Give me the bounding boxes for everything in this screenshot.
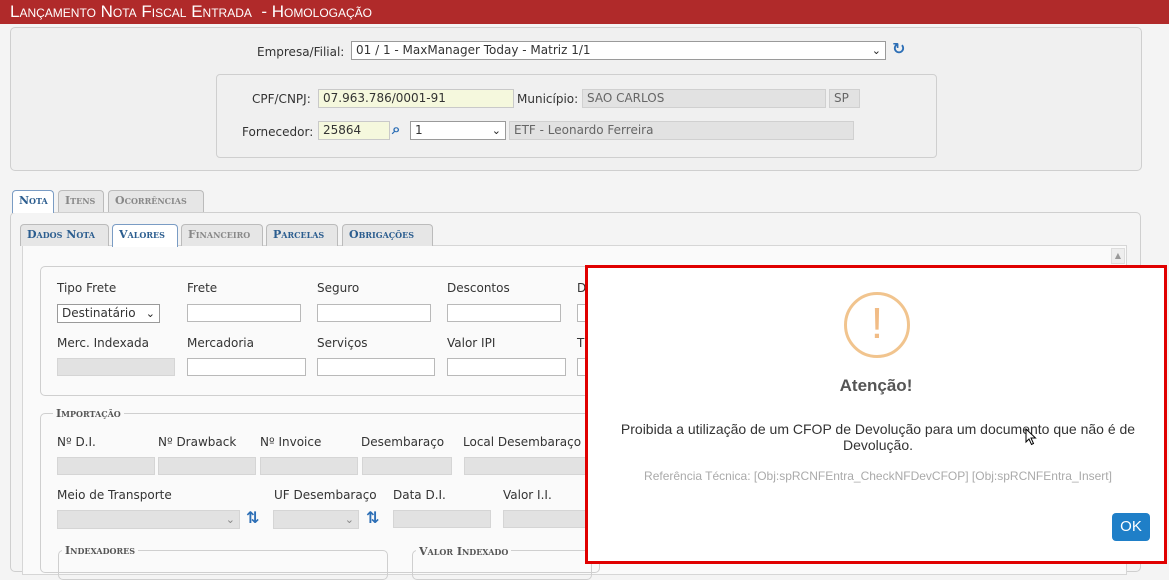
search-icon[interactable]: ⌕ (392, 121, 400, 137)
refresh-icon[interactable]: ⇅ (246, 510, 259, 526)
mouse-cursor-icon (1025, 428, 1037, 446)
uf-field: SP (829, 89, 860, 108)
tab-ocorrencias[interactable]: Ocorrências (108, 190, 204, 212)
fornecedor-seq-value: 1 (415, 123, 423, 137)
municipio-label: Município: (517, 92, 579, 106)
descontos-input[interactable] (447, 304, 561, 322)
alert-dialog: ! Atenção! Proibida a utilização de um C… (585, 265, 1167, 564)
chevron-down-icon: ⌄ (344, 513, 354, 526)
local-desembaraco-label: Local Desembaraço (463, 435, 582, 449)
cpf-field[interactable]: 07.963.786/0001-91 (318, 89, 514, 108)
desembaraco-input (362, 457, 452, 475)
chevron-down-icon: ⌄ (145, 307, 155, 320)
drawback-label: Nº Drawback (158, 435, 237, 449)
refresh-icon[interactable]: ↻ (892, 41, 905, 57)
valor-ipi-label: Valor IPI (447, 336, 496, 350)
seguro-label: Seguro (317, 281, 360, 295)
tipo-frete-value: Destinatário (62, 306, 136, 320)
tab-valores[interactable]: Valores (112, 224, 178, 247)
di-input (57, 457, 155, 475)
fornecedor-label: Fornecedor: (242, 125, 314, 139)
servicos-label: Serviços (317, 336, 368, 350)
empresa-label: Empresa/Filial: (257, 45, 345, 59)
dialog-message: Proibida a utilização de um CFOP de Devo… (620, 421, 1136, 453)
dialog-title: Atenção! (839, 376, 913, 395)
invoice-input (260, 457, 358, 475)
scroll-up-button[interactable]: ▲ (1111, 248, 1125, 264)
cpf-label: CPF/CNPJ: (252, 92, 311, 106)
uf-desembaraco-label: UF Desembaraço (274, 488, 377, 502)
tab-itens[interactable]: Itens (58, 190, 104, 212)
di-label: Nº D.I. (57, 435, 96, 449)
tipo-frete-select[interactable]: Destinatário ⌄ (57, 304, 160, 323)
seguro-input[interactable] (317, 304, 431, 322)
tab-financeiro[interactable]: Financeiro (181, 224, 263, 246)
refresh-icon[interactable]: ⇅ (366, 510, 379, 526)
t-label: T (577, 336, 585, 350)
servicos-input[interactable] (317, 358, 435, 376)
tab-nota[interactable]: Nota (12, 190, 54, 213)
tab-dados-nota[interactable]: Dados Nota (20, 224, 109, 246)
fornecedor-code-field[interactable]: 25864 (318, 121, 390, 140)
tab-parcelas[interactable]: Parcelas (266, 224, 338, 246)
valor-ii-label: Valor I.I. (503, 488, 552, 502)
importacao-legend: Importação (53, 407, 124, 420)
ok-button[interactable]: OK (1112, 513, 1150, 541)
descontos-label: Descontos (447, 281, 510, 295)
data-di-label: Data D.I. (393, 488, 446, 502)
frete-input[interactable] (187, 304, 301, 322)
municipio-field: SAO CARLOS (582, 89, 826, 108)
uf-desembaraco-select: ⌄ (273, 510, 359, 529)
empresa-value: 01 / 1 - MaxManager Today - Matriz 1/1 (356, 43, 591, 57)
merc-indexada-label: Merc. Indexada (57, 336, 149, 350)
mercadoria-label: Mercadoria (187, 336, 254, 350)
desembaraco-label: Desembaraço (361, 435, 445, 449)
fornecedor-box (216, 74, 937, 158)
valor-ipi-input[interactable] (447, 358, 566, 376)
empresa-select[interactable]: 01 / 1 - MaxManager Today - Matriz 1/1 ⌄ (351, 41, 886, 60)
chevron-down-icon: ⌄ (871, 44, 881, 57)
meio-transporte-select: ⌄ (57, 510, 240, 529)
tab-obrigacoes[interactable]: Obrigações (342, 224, 433, 246)
fornecedor-name-field: ETF - Leonardo Ferreira (509, 121, 854, 140)
valor-indexado-legend: Valor Indexado (416, 545, 512, 558)
mercadoria-input[interactable] (187, 358, 306, 376)
chevron-down-icon: ⌄ (225, 513, 235, 526)
page-title: Lançamento Nota Fiscal Entrada - Homolog… (0, 0, 1169, 24)
meio-transporte-label: Meio de Transporte (57, 488, 172, 502)
valor-ii-input (503, 510, 586, 528)
tipo-frete-label: Tipo Frete (57, 281, 117, 295)
invoice-label: Nº Invoice (260, 435, 322, 449)
frete-label: Frete (187, 281, 218, 295)
local-desembaraco-input (464, 457, 586, 475)
indexadores-legend: Indexadores (62, 544, 139, 557)
chevron-down-icon: ⌄ (491, 124, 501, 137)
drawback-input (158, 457, 256, 475)
dialog-reference: Referência Técnica: [Obj:spRCNFEntra_Che… (644, 469, 1112, 483)
data-di-input (393, 510, 491, 528)
fornecedor-seq-select[interactable]: 1 ⌄ (410, 121, 506, 140)
warning-icon: ! (844, 292, 910, 358)
merc-indexada-input (57, 358, 175, 376)
